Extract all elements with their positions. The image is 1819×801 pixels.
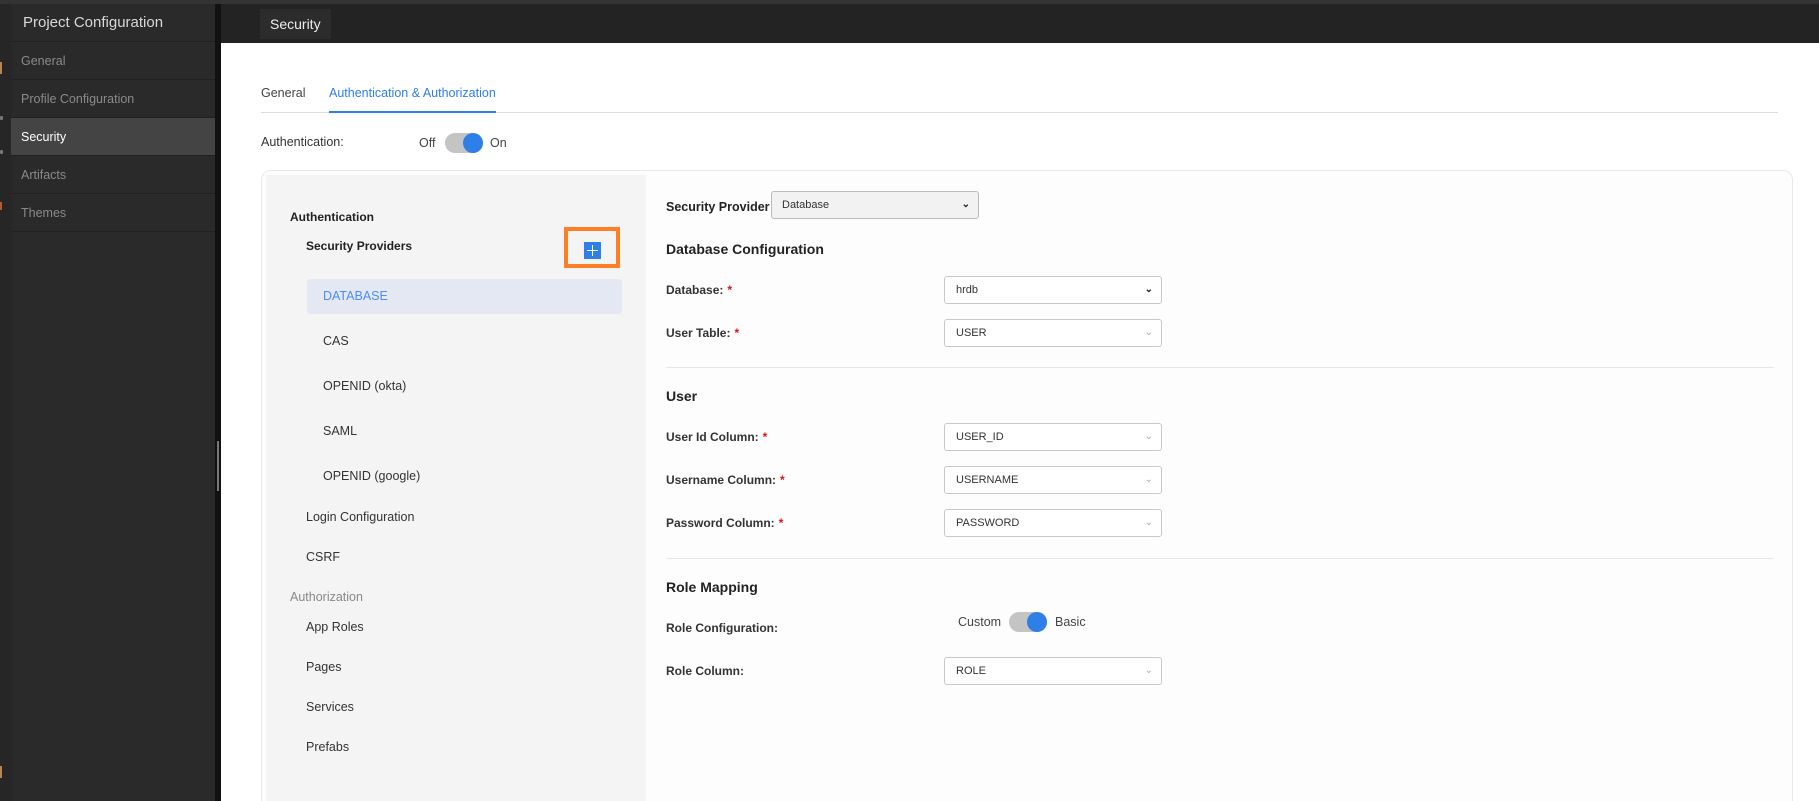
label-text: Username Column: [666,473,777,487]
role-basic-label: Basic [1055,615,1086,629]
role-configuration-toggle-row: Custom Basic [958,611,1158,635]
background-app-edge [0,4,11,801]
nav-item-artifacts[interactable]: Artifacts [11,156,215,194]
chevron-down-icon: ⌄ [1144,517,1153,528]
provider-label: DATABASE [323,289,388,303]
authentication-heading: Authentication [290,210,374,224]
app-roles-link[interactable]: App Roles [306,620,364,634]
toggle-knob [1027,612,1047,632]
required-marker: * [778,516,784,530]
nav-item-general[interactable]: General [11,42,215,80]
user-id-value: USER_ID [956,431,1004,443]
provider-cas[interactable]: CAS [323,334,349,348]
resize-handle[interactable] [217,441,219,491]
chevron-down-icon: ⌄ [1144,665,1153,676]
security-provider-select[interactable]: Database ⌄ [771,191,979,219]
chevron-down-icon: ⌄ [1144,431,1153,442]
provider-database[interactable]: DATABASE [307,279,622,314]
required-marker: * [734,326,740,340]
required-marker: * [780,473,785,487]
role-column-select[interactable]: ROLE ⌄ [944,657,1162,685]
provider-saml[interactable]: SAML [323,424,357,438]
role-configuration-label: Role Configuration: [666,621,778,635]
password-value: PASSWORD [956,517,1020,529]
header-bar: Security [221,4,1819,43]
pages-link[interactable]: Pages [306,660,341,674]
user-id-column-label: User Id Column: * [666,430,767,444]
add-security-provider-button[interactable] [564,227,620,268]
section-divider [666,558,1774,559]
plus-icon [584,242,601,259]
toggle-on-label: On [490,136,507,150]
database-value: hrdb [956,284,979,296]
username-column-label: Username Column: * [666,473,785,487]
username-value: USERNAME [956,474,1019,486]
security-providers-label: Security Providers [306,239,413,253]
provider-openid-okta[interactable]: OPENID (okta) [323,379,406,393]
tab-general[interactable]: General [261,81,305,113]
nav-item-profile-configuration[interactable]: Profile Configuration [11,80,215,118]
app-root: Project Configuration General Profile Co… [0,0,1819,801]
chevron-down-icon: ⌄ [961,199,970,210]
database-configuration-heading: Database Configuration [666,241,824,257]
authorization-heading: Authorization [290,590,363,604]
edge-marker [0,766,2,778]
main-content: General Authentication & Authorization A… [221,43,1819,801]
security-provider-label: Security Provider [666,200,770,214]
role-configuration-toggle[interactable] [1009,612,1047,632]
security-side-menu: Authentication Security Providers DATABA… [266,175,646,801]
role-column-value: ROLE [956,665,986,677]
password-column-select[interactable]: PASSWORD ⌄ [944,509,1162,537]
username-column-select[interactable]: USERNAME ⌄ [944,466,1162,494]
edge-marker [0,62,2,74]
project-config-nav: Project Configuration General Profile Co… [11,4,215,801]
security-panel: Authentication Security Providers DATABA… [261,170,1793,801]
chevron-down-icon: ⌄ [1144,327,1153,338]
database-select[interactable]: hrdb ⌄ [944,276,1162,304]
prefabs-link[interactable]: Prefabs [306,740,349,754]
toggle-knob [463,133,483,153]
toggle-off-label: Off [419,136,436,150]
login-configuration-link[interactable]: Login Configuration [306,510,414,524]
user-table-label: User Table: * [666,326,739,340]
required-marker: * [762,430,768,444]
edge-dot [0,116,3,120]
password-column-label: Password Column: * [666,516,783,530]
role-column-label: Role Column: [666,664,744,678]
edge-marker [0,202,2,210]
role-custom-label: Custom [958,615,1002,629]
user-heading: User [666,388,698,404]
chevron-down-icon: ⌄ [1144,474,1153,485]
edge-dot [0,150,3,154]
user-id-column-select[interactable]: USER_ID ⌄ [944,423,1162,451]
header-tab-security[interactable]: Security [260,9,331,39]
tab-authentication-authorization[interactable]: Authentication & Authorization [329,81,496,113]
label-text: Password Column: [666,516,775,530]
section-divider [666,367,1774,368]
label-text: Database: [666,283,724,297]
database-config-form: Security Provider Database ⌄ Database Co… [666,171,1786,801]
label-text: User Id Column: [666,430,759,444]
database-label: Database: * [666,283,732,297]
label-text: User Table: [666,326,731,340]
nav-item-themes[interactable]: Themes [11,194,215,232]
authentication-label: Authentication: [261,135,344,149]
role-mapping-heading: Role Mapping [666,579,758,595]
tab-bar: General Authentication & Authorization [261,81,1778,113]
user-table-select[interactable]: USER ⌄ [944,319,1162,347]
authentication-toggle-row: Authentication: Off On [261,131,661,155]
chevron-down-icon: ⌄ [1144,284,1153,295]
provider-openid-google[interactable]: OPENID (google) [323,469,420,483]
user-table-value: USER [956,327,987,339]
required-marker: * [727,283,733,297]
services-link[interactable]: Services [306,700,354,714]
authentication-toggle[interactable] [445,133,483,153]
csrf-link[interactable]: CSRF [306,550,340,564]
nav-item-security[interactable]: Security [11,118,215,156]
nav-title: Project Configuration [11,4,215,42]
security-provider-value: Database [782,199,830,211]
